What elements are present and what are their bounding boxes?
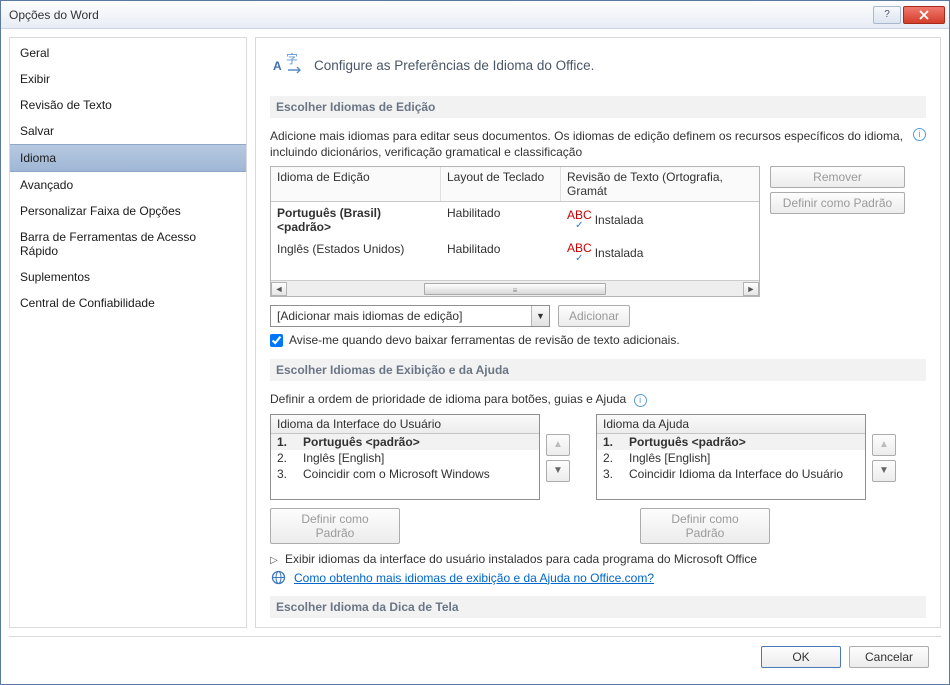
editing-languages-group: Idioma de Edição Layout de Teclado Revis… [270,166,926,297]
remove-button[interactable]: Remover [770,166,905,188]
help-language-column: Idioma da Ajuda 1.Português <padrão> 2.I… [596,414,896,500]
priority-grid: Idioma da Interface do Usuário 1.Portugu… [270,414,926,500]
word-options-dialog: Opções do Word ? Geral Exibir Revisão de… [0,0,950,685]
notify-label: Avise-me quando devo baixar ferramentas … [289,333,680,347]
window-buttons: ? [873,6,945,24]
help-set-default-button[interactable]: Definir como Padrão [640,508,770,544]
sidebar-item-personalizar-faixa[interactable]: Personalizar Faixa de Opções [10,198,246,224]
language-icon: A 字 [270,48,304,82]
page-title: Configure as Preferências de Idioma do O… [314,58,594,73]
ui-priority-movers: ▲ ▼ [546,434,570,500]
scroll-right-icon[interactable]: ► [743,282,759,296]
cell-layout: Habilitado [441,204,561,236]
section-title-screentip: Escolher Idioma da Dica de Tela [270,596,926,618]
sidebar: Geral Exibir Revisão de Texto Salvar Idi… [9,37,247,628]
sidebar-item-salvar[interactable]: Salvar [10,118,246,144]
cell-lang: Inglês (Estados Unidos) [271,240,441,266]
add-language-combo[interactable]: [Adicionar mais idiomas de edição] ▼ [270,305,550,327]
cell-lang: Português (Brasil) <padrão> [271,204,441,236]
expand-installed-languages[interactable]: ▷ Exibir idiomas da interface do usuário… [270,552,926,566]
editing-buttons: Remover Definir como Padrão [770,166,905,214]
dialog-body: Geral Exibir Revisão de Texto Salvar Idi… [1,29,949,636]
content-pane: A 字 Configure as Preferências de Idioma … [255,37,941,628]
editing-languages-table[interactable]: Idioma de Edição Layout de Teclado Revis… [270,166,760,297]
sidebar-item-idioma[interactable]: Idioma [10,144,246,172]
set-default-button[interactable]: Definir como Padrão [770,192,905,214]
ui-list-header: Idioma da Interface do Usuário [271,415,539,434]
cell-layout: Habilitado [441,240,561,266]
ok-button[interactable]: OK [761,646,841,668]
info-icon[interactable]: i [913,128,926,141]
list-item[interactable]: 2.Inglês [English] [597,450,865,466]
table-row[interactable]: Inglês (Estados Unidos) Habilitado ABC✓ … [271,238,759,268]
ui-language-list[interactable]: Idioma da Interface do Usuário 1.Portugu… [270,414,540,500]
dialog-footer: OK Cancelar [9,636,941,676]
more-display-languages-link[interactable]: Como obtenho mais idiomas de exibição e … [294,571,654,585]
scroll-left-icon[interactable]: ◄ [271,282,287,296]
col-idioma[interactable]: Idioma de Edição [271,167,441,201]
list-item[interactable]: 3.Coincidir Idioma da Interface do Usuár… [597,466,865,482]
add-button[interactable]: Adicionar [558,305,630,327]
sidebar-item-avancado[interactable]: Avançado [10,172,246,198]
move-down-button[interactable]: ▼ [872,460,896,482]
proofing-icon: ABC✓ [567,242,592,264]
help-button[interactable]: ? [873,6,901,24]
cancel-button[interactable]: Cancelar [849,646,929,668]
table-header-row: Idioma de Edição Layout de Teclado Revis… [271,167,759,202]
editing-description: Adicione mais idiomas para editar seus d… [270,128,909,160]
close-button[interactable] [903,6,945,24]
help-list-header: Idioma da Ajuda [597,415,865,434]
move-up-button[interactable]: ▲ [546,434,570,456]
svg-text:A: A [273,59,282,73]
notify-checkbox-row: Avise-me quando devo baixar ferramentas … [270,333,926,347]
sidebar-item-revisao[interactable]: Revisão de Texto [10,92,246,118]
proofing-icon: ABC✓ [567,209,592,231]
cell-proof: ABC✓ Instalada [561,204,759,236]
svg-text:字: 字 [286,51,298,66]
sidebar-item-exibir[interactable]: Exibir [10,66,246,92]
default-buttons-row: Definir como Padrão Definir como Padrão [270,508,926,544]
dropdown-icon[interactable]: ▼ [531,306,549,326]
section-title-editing: Escolher Idiomas de Edição [270,96,926,118]
list-item[interactable]: 1.Português <padrão> [271,434,539,450]
notify-checkbox[interactable] [270,334,283,347]
sidebar-item-suplementos[interactable]: Suplementos [10,264,246,290]
list-item[interactable]: 3.Coincidir com o Microsoft Windows [271,466,539,482]
globe-icon [270,570,286,586]
section-title-display: Escolher Idiomas de Exibição e da Ajuda [270,359,926,381]
add-language-row: [Adicionar mais idiomas de edição] ▼ Adi… [270,305,926,327]
cell-proof: ABC✓ Instalada [561,240,759,266]
page-header: A 字 Configure as Preferências de Idioma … [270,48,926,82]
window-title: Opções do Word [9,8,873,22]
ui-set-default-button[interactable]: Definir como Padrão [270,508,400,544]
col-revisao[interactable]: Revisão de Texto (Ortografia, Gramát [561,167,759,201]
combo-text: [Adicionar mais idiomas de edição] [271,309,531,323]
expand-triangle-icon: ▷ [270,555,278,566]
titlebar: Opções do Word ? [1,1,949,29]
list-item[interactable]: 1.Português <padrão> [597,434,865,450]
table-row[interactable]: Português (Brasil) <padrão> Habilitado A… [271,202,759,238]
horizontal-scrollbar[interactable]: ◄ ≡ ► [271,280,759,296]
sidebar-item-geral[interactable]: Geral [10,40,246,66]
help-language-list[interactable]: Idioma da Ajuda 1.Português <padrão> 2.I… [596,414,866,500]
sidebar-item-confiabilidade[interactable]: Central de Confiabilidade [10,290,246,316]
more-display-languages-link-row: Como obtenho mais idiomas de exibição e … [270,570,926,586]
col-teclado[interactable]: Layout de Teclado [441,167,561,201]
info-icon[interactable]: i [634,394,647,407]
ui-language-column: Idioma da Interface do Usuário 1.Portugu… [270,414,570,500]
help-priority-movers: ▲ ▼ [872,434,896,500]
display-description: Definir a ordem de prioridade de idioma … [270,392,626,406]
move-down-button[interactable]: ▼ [546,460,570,482]
list-item[interactable]: 2.Inglês [English] [271,450,539,466]
move-up-button[interactable]: ▲ [872,434,896,456]
sidebar-item-barra-ferramentas[interactable]: Barra de Ferramentas de Acesso Rápido [10,224,246,264]
